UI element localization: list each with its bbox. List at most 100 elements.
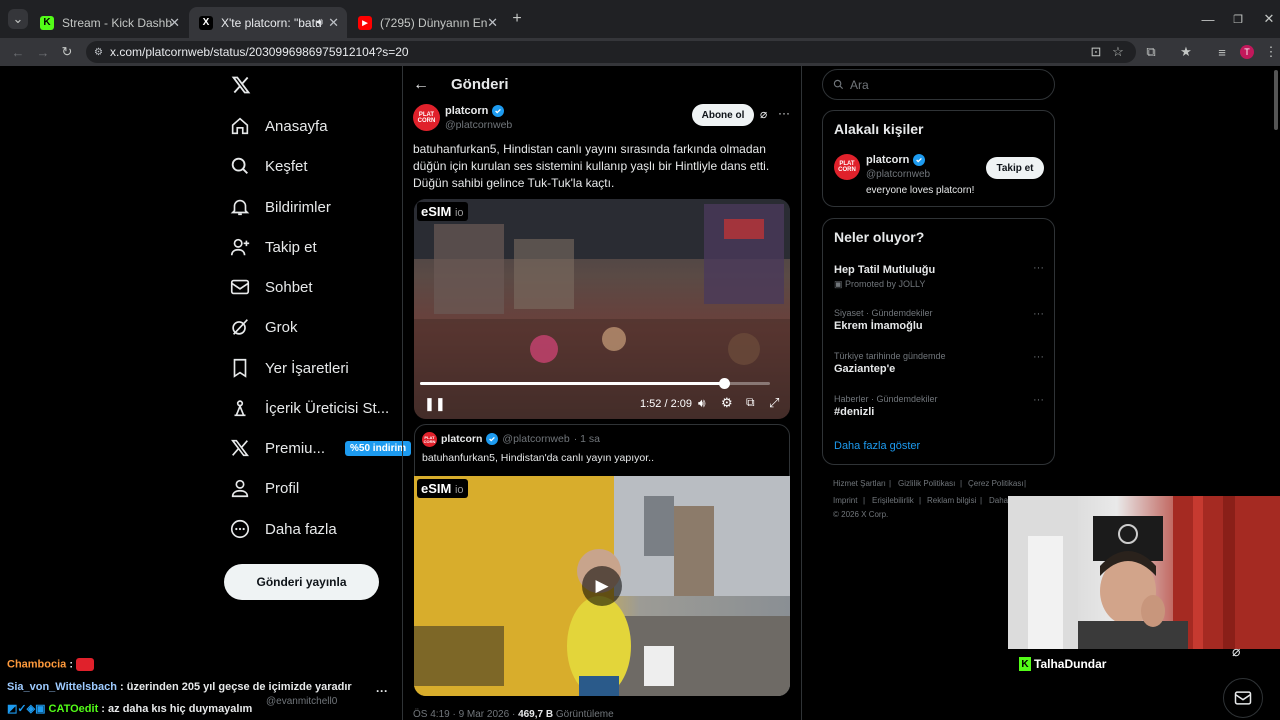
footer-link[interactable]: Çerez Politikası [968, 479, 1024, 488]
video-player[interactable]: eSIM io ❚❚ 1:52 / 2:09 🔊︎ ⚙ ⧉ ⤢ [414, 199, 790, 419]
esim-watermark: eSIM io [417, 202, 468, 221]
post-meta: ÖS 4:19 · 9 Mar 2026 · 469,7 B Görüntüle… [413, 709, 614, 720]
new-tab-button[interactable]: + [507, 9, 527, 29]
address-bar[interactable]: ⚙ x.com/platcornweb/status/2030996986975… [86, 41, 1136, 63]
relevant-bio: everyone loves platcorn! [866, 185, 975, 196]
more-options-icon[interactable]: ··· [1033, 308, 1044, 320]
back-arrow-icon[interactable]: ← [413, 76, 429, 94]
pause-icon[interactable]: ❚❚ [424, 396, 446, 412]
search-icon [833, 79, 844, 90]
profile-avatar[interactable]: T [1237, 42, 1257, 62]
nav-profile[interactable]: Profil [229, 470, 299, 506]
author-avatar[interactable]: PLAT CORN [413, 104, 440, 131]
author-handle[interactable]: @platcornweb [445, 119, 512, 131]
youtube-icon: ▶ [358, 15, 372, 30]
copyright: © 2026 X Corp. [833, 510, 889, 519]
nav-bookmarks[interactable]: Yer İşaretleri [229, 350, 349, 386]
nav-grok[interactable]: Grok [229, 309, 298, 345]
nav-follow[interactable]: Takip et [229, 229, 317, 265]
pip-icon[interactable]: ⧉ [746, 395, 755, 410]
nav-notifications[interactable]: Bildirimler [229, 189, 331, 225]
close-tab-icon[interactable]: ✕ [487, 15, 498, 31]
page-scrollbar[interactable] [1274, 70, 1278, 130]
messages-button[interactable] [1223, 678, 1263, 718]
stream-chat-overlay: Chambocia : Sia_von_Wittelsbach : üzerin… [0, 655, 400, 720]
author-name-row[interactable]: platcorn [445, 105, 505, 117]
more-options-icon[interactable]: ··· [1033, 262, 1044, 274]
footer-link[interactable]: Imprint [833, 496, 857, 505]
close-window-icon[interactable]: ✕ [1259, 9, 1279, 29]
search-input[interactable]: Ara [822, 69, 1055, 100]
show-more-link[interactable]: Daha fazla göster [834, 440, 920, 452]
more-options-icon[interactable]: ··· [376, 684, 388, 698]
nav-home[interactable]: Anasayfa [229, 108, 328, 144]
close-tab-icon[interactable]: ✕ [169, 15, 180, 31]
bookmark-icon [233, 358, 247, 378]
streamer-name-tag: K TalhaDundar [1019, 657, 1106, 671]
trend-item[interactable]: Siyaset · Gündemdekiler Ekrem İmamoğlu ·… [834, 308, 1044, 332]
nav-premium[interactable]: Premiu... %50 indirim [229, 430, 412, 466]
restore-icon[interactable]: ❐ [1228, 9, 1248, 29]
site-info-icon[interactable]: ⚙ [94, 47, 103, 58]
media-control-icon[interactable]: ≡ [1212, 42, 1232, 62]
chat-message: Chambocia : [7, 658, 95, 671]
play-button[interactable]: ▶ [582, 566, 622, 606]
nav-chat[interactable]: Sohbet [229, 269, 313, 305]
x-premium-icon [231, 439, 249, 457]
footer-links: Hizmet Şartları | Gizlilik Politikası | … [833, 479, 1027, 519]
chat-message: Sia_von_Wittelsbach : üzerinden 205 yıl … [7, 681, 352, 693]
trend-item[interactable]: Haberler · Gündemdekiler #denizli ··· [834, 394, 1044, 418]
quoted-video[interactable]: eSIM io ▶ [414, 476, 790, 696]
column-divider [801, 66, 802, 720]
x-logo-icon[interactable] [231, 75, 251, 95]
nav-more[interactable]: Daha fazla [229, 511, 337, 547]
more-options-icon[interactable]: ··· [778, 106, 790, 120]
footer-link[interactable]: Gizlilik Politikası [898, 479, 955, 488]
forward-icon[interactable]: → [33, 42, 53, 62]
menu-icon[interactable]: ⋮ [1261, 42, 1280, 62]
extensions-icon[interactable]: ⧉ [1141, 42, 1161, 62]
fullscreen-icon[interactable]: ⤢ [769, 395, 779, 411]
volume-icon[interactable]: 🔊︎ [698, 396, 706, 411]
tab-youtube[interactable]: ▶ (7295) Dünyanın En Uzak Adası ✕ [348, 7, 506, 38]
tab-kick-dashboard[interactable]: K Stream - Kick Dashboard ✕ [30, 7, 188, 38]
bookmarks-icon[interactable]: ★ [1176, 42, 1196, 62]
relevant-name[interactable]: platcorn [866, 154, 926, 166]
subscribe-button[interactable]: Abone ol [692, 104, 754, 126]
reload-icon[interactable]: ↻ [57, 42, 77, 62]
trend-item[interactable]: Hep Tatil Mutluluğu ▣ Promoted by JOLLY … [834, 262, 1044, 290]
footer-link[interactable]: Erişilebilirlik [872, 496, 914, 505]
footer-link[interactable]: Reklam bilgisi [927, 496, 976, 505]
more-options-icon[interactable]: ··· [1033, 394, 1044, 406]
footer-link[interactable]: Hizmet Şartları [833, 479, 886, 488]
relevant-avatar[interactable]: PLAT CORN [834, 154, 860, 180]
chat-message: ◩✓◈▣ CATOedit : az daha kıs hiç duymayal… [7, 703, 253, 715]
video-scrub-handle[interactable] [718, 378, 730, 389]
verified-badge-icon [913, 154, 926, 166]
quoted-author-avatar: PLAT CORN [422, 432, 437, 447]
relevant-people-title: Alakalı kişiler [834, 121, 924, 137]
post-button[interactable]: Gönderi yayınla [224, 564, 379, 600]
back-icon[interactable]: ← [8, 42, 28, 62]
chat-handle: @evanmitchell0 [266, 696, 338, 707]
tab-search-icon[interactable]: ⌄ [8, 9, 28, 29]
footer-link[interactable]: Daha [989, 496, 1008, 505]
browser-toolbar: ← → ↻ ⚙ x.com/platcornweb/status/2030996… [0, 38, 1280, 66]
install-app-icon[interactable]: ⊡ [1086, 42, 1106, 62]
minimize-icon[interactable]: — [1198, 9, 1218, 29]
video-progress-bar[interactable] [420, 378, 770, 389]
mail-icon [230, 279, 250, 295]
audio-playing-icon[interactable]: 🔊︎ [317, 17, 323, 28]
more-options-icon[interactable]: ··· [1033, 351, 1044, 363]
tab-x-post[interactable]: X X'te platcorn: "batuhanfurka 🔊︎ ✕ [189, 7, 347, 38]
close-tab-icon[interactable]: ✕ [328, 15, 339, 31]
bookmark-star-icon[interactable]: ☆ [1108, 42, 1128, 62]
grok-chat-icon[interactable]: ⌀ [1232, 643, 1240, 660]
quoted-post-text: batuhanfurkan5, Hindistan'da canlı yayın… [422, 452, 654, 464]
settings-icon[interactable]: ⚙ [721, 395, 733, 411]
grok-explain-icon[interactable]: ⌀ [760, 107, 767, 121]
follow-button[interactable]: Takip et [986, 157, 1044, 179]
trend-item[interactable]: Türkiye tarihinde gündemde Gaziantep'e ·… [834, 351, 1044, 375]
nav-explore[interactable]: Keşfet [229, 148, 308, 184]
nav-creator-studio[interactable]: İçerik Üreticisi St... [229, 390, 389, 426]
